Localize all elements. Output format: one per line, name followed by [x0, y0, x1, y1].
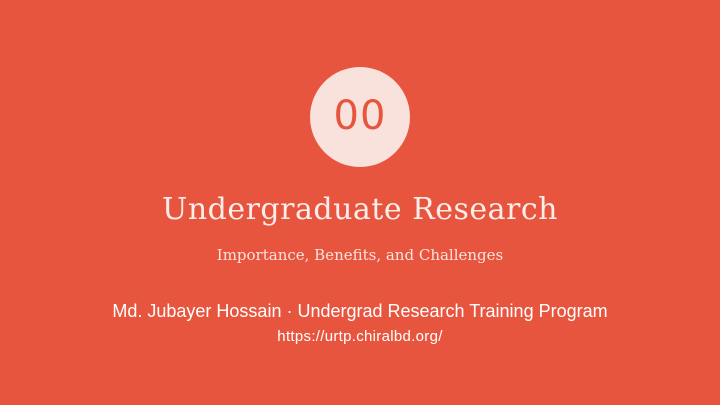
title-slide: 00 Undergraduate Research Importance, Be…: [0, 0, 720, 405]
program-url: https://urtp.chiralbd.org/: [277, 328, 443, 345]
slide-number: 00: [333, 93, 387, 139]
author-line: Md. Jubayer Hossain · Undergrad Research…: [112, 301, 608, 321]
slide-title: Undergraduate Research: [162, 192, 558, 227]
slide-subtitle: Importance, Benefits, and Challenges: [216, 246, 504, 264]
slide-number-badge: 00: [310, 67, 410, 167]
